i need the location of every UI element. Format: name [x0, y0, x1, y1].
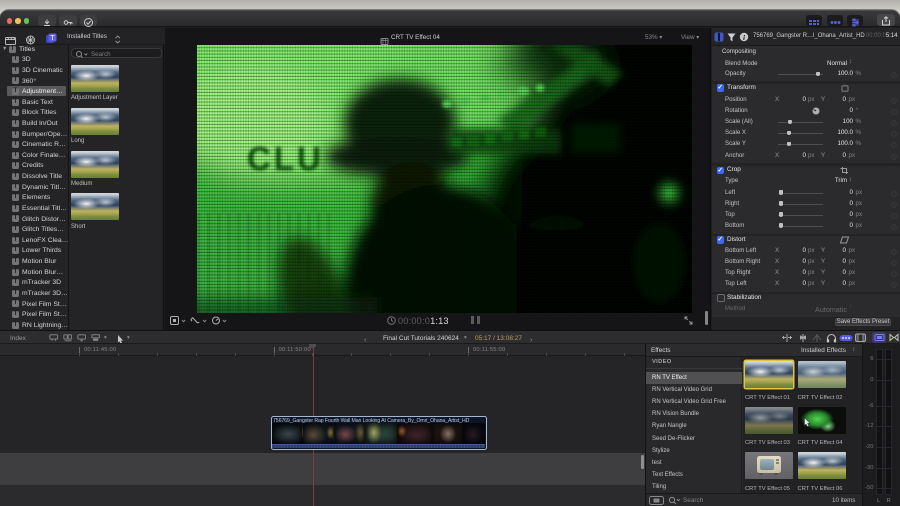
svg-text:T: T [50, 35, 55, 42]
